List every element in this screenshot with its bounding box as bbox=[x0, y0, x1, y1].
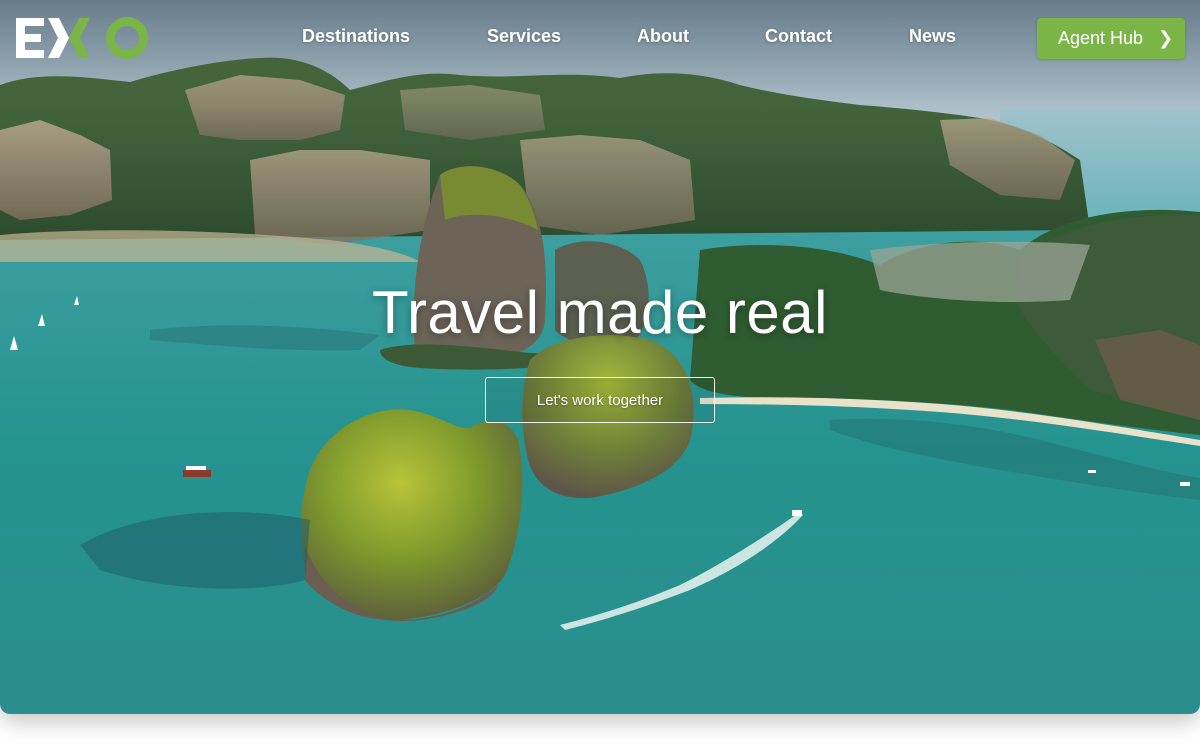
agent-hub-button[interactable]: Agent Hub ❯ bbox=[1037, 18, 1185, 59]
hero-title: Travel made real bbox=[372, 279, 828, 346]
hero-section: Destinations Services About Contact News… bbox=[0, 0, 1200, 714]
nav-item-services[interactable]: Services bbox=[487, 26, 561, 47]
main-nav: Destinations Services About Contact News bbox=[0, 26, 1200, 52]
nav-item-about[interactable]: About bbox=[637, 26, 689, 47]
nav-item-news[interactable]: News bbox=[909, 26, 956, 47]
nav-item-contact[interactable]: Contact bbox=[765, 26, 832, 47]
nav-item-destinations[interactable]: Destinations bbox=[302, 26, 410, 47]
agent-hub-label: Agent Hub bbox=[1058, 28, 1144, 48]
chevron-right-icon: ❯ bbox=[1158, 28, 1174, 48]
hero-background-image bbox=[0, 0, 1200, 714]
cta-button[interactable]: Let's work together bbox=[485, 377, 715, 423]
